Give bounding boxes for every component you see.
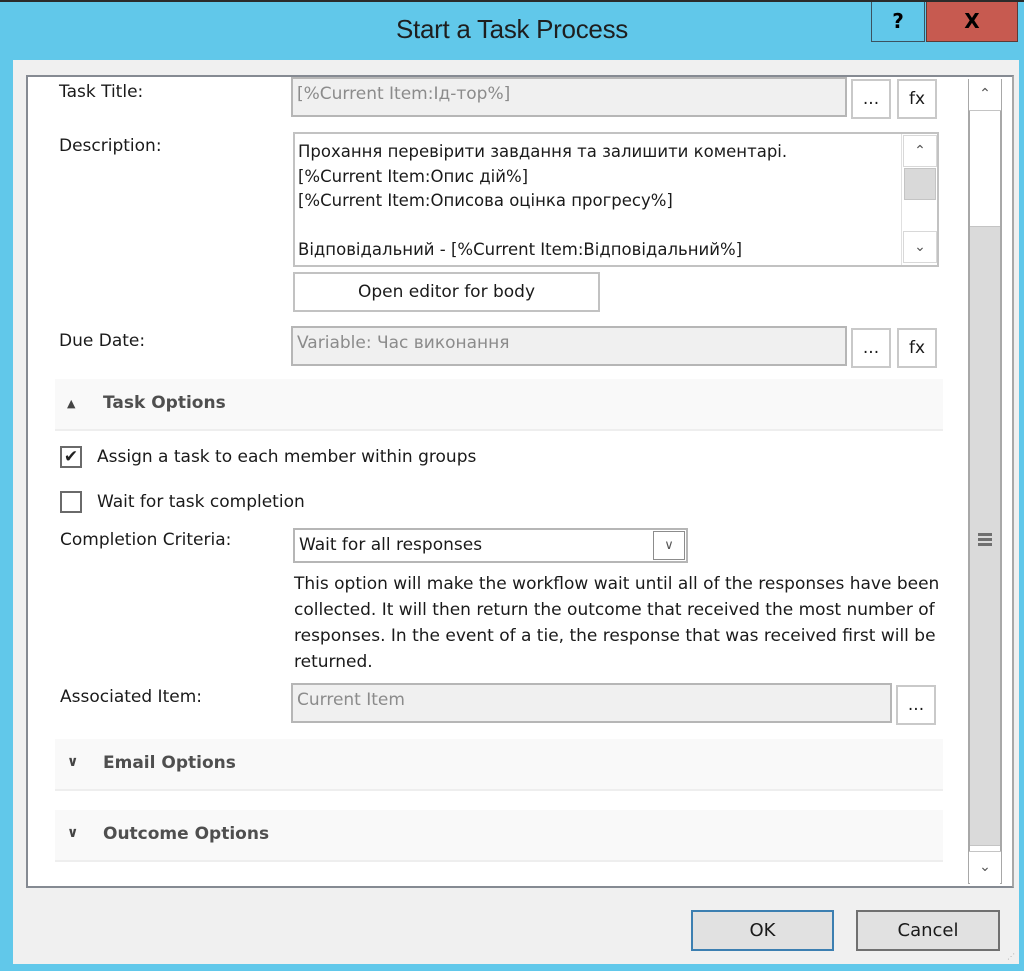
task-options-title: Task Options (103, 393, 226, 413)
completion-criteria-select[interactable]: Wait for all responses ∨ (293, 528, 688, 563)
completion-criteria-value: Wait for all responses (299, 535, 483, 555)
chevron-down-icon: ∨ (67, 825, 79, 841)
task-options-header[interactable]: ▲ Task Options (55, 379, 943, 431)
description-line: Прохання перевірити завдання та залишити… (298, 142, 788, 161)
completion-criteria-label: Completion Criteria: (60, 530, 232, 550)
form-panel: Task Title: [%Current Item:Ід-тор%] ... … (26, 75, 1014, 888)
main-scroll-thumb[interactable] (970, 226, 1000, 846)
task-title-label: Task Title: (59, 82, 144, 102)
due-date-field[interactable]: Variable: Час виконання (291, 326, 847, 366)
chevron-down-icon[interactable]: ⌄ (903, 231, 937, 263)
open-editor-button[interactable]: Open editor for body (293, 272, 600, 312)
dialog-body: Task Title: [%Current Item:Ід-тор%] ... … (13, 60, 1019, 964)
description-line: Відповідальний - [%Current Item:Відповід… (298, 240, 743, 259)
description-label: Description: (59, 136, 162, 156)
email-options-header[interactable]: ∨ Email Options (55, 739, 943, 791)
ok-button[interactable]: OK (691, 910, 834, 951)
task-title-field[interactable]: [%Current Item:Ід-тор%] (291, 77, 847, 117)
description-line: [%Current Item:Описова оцінка прогресу%] (298, 191, 673, 210)
task-title-lookup-button[interactable]: ... (851, 79, 891, 119)
chevron-down-icon: ∨ (67, 754, 79, 770)
associated-item-lookup-button[interactable]: ... (896, 685, 936, 725)
task-title-fx-button[interactable]: fx (897, 79, 937, 119)
completion-criteria-help: This option will make the workflow wait … (294, 574, 940, 672)
description-scroll-thumb[interactable] (904, 168, 936, 200)
description-textarea[interactable]: Прохання перевірити завдання та залишити… (293, 132, 939, 267)
description-text: Прохання перевірити завдання та залишити… (298, 140, 898, 263)
cancel-button[interactable]: Cancel (856, 910, 1000, 951)
description-line (298, 214, 898, 239)
chevron-up-icon[interactable]: ⌃ (903, 135, 937, 167)
chevron-up-icon[interactable]: ⌃ (969, 79, 1001, 111)
resize-grip-icon[interactable]: ⋰ (1007, 952, 1017, 962)
wait-for-completion-checkbox[interactable] (60, 491, 82, 513)
assign-each-member-label[interactable]: Assign a task to each member within grou… (97, 447, 476, 467)
chevron-down-icon[interactable]: ⌄ (969, 851, 1001, 883)
chevron-down-icon[interactable]: ∨ (653, 531, 685, 560)
outcome-options-title: Outcome Options (103, 824, 270, 844)
email-options-title: Email Options (103, 753, 236, 773)
due-date-lookup-button[interactable]: ... (851, 328, 891, 368)
wait-for-completion-label[interactable]: Wait for task completion (97, 492, 305, 512)
chevron-up-icon: ▲ (67, 397, 76, 410)
close-button[interactable]: X (926, 2, 1018, 42)
description-scrollbar[interactable]: ⌃ ⌄ (901, 134, 937, 265)
associated-item-field[interactable]: Current Item (291, 683, 892, 723)
associated-item-label: Associated Item: (60, 687, 202, 707)
help-button[interactable]: ? (871, 2, 925, 42)
grip-icon (978, 533, 992, 548)
outcome-options-header[interactable]: ∨ Outcome Options (55, 810, 943, 862)
description-line: [%Current Item:Опис дій%] (298, 166, 529, 186)
assign-each-member-checkbox[interactable]: ✔ (60, 446, 82, 468)
due-date-label: Due Date: (59, 331, 146, 351)
due-date-fx-button[interactable]: fx (897, 328, 937, 368)
main-scrollbar[interactable]: ⌃ ⌄ (968, 79, 1002, 884)
